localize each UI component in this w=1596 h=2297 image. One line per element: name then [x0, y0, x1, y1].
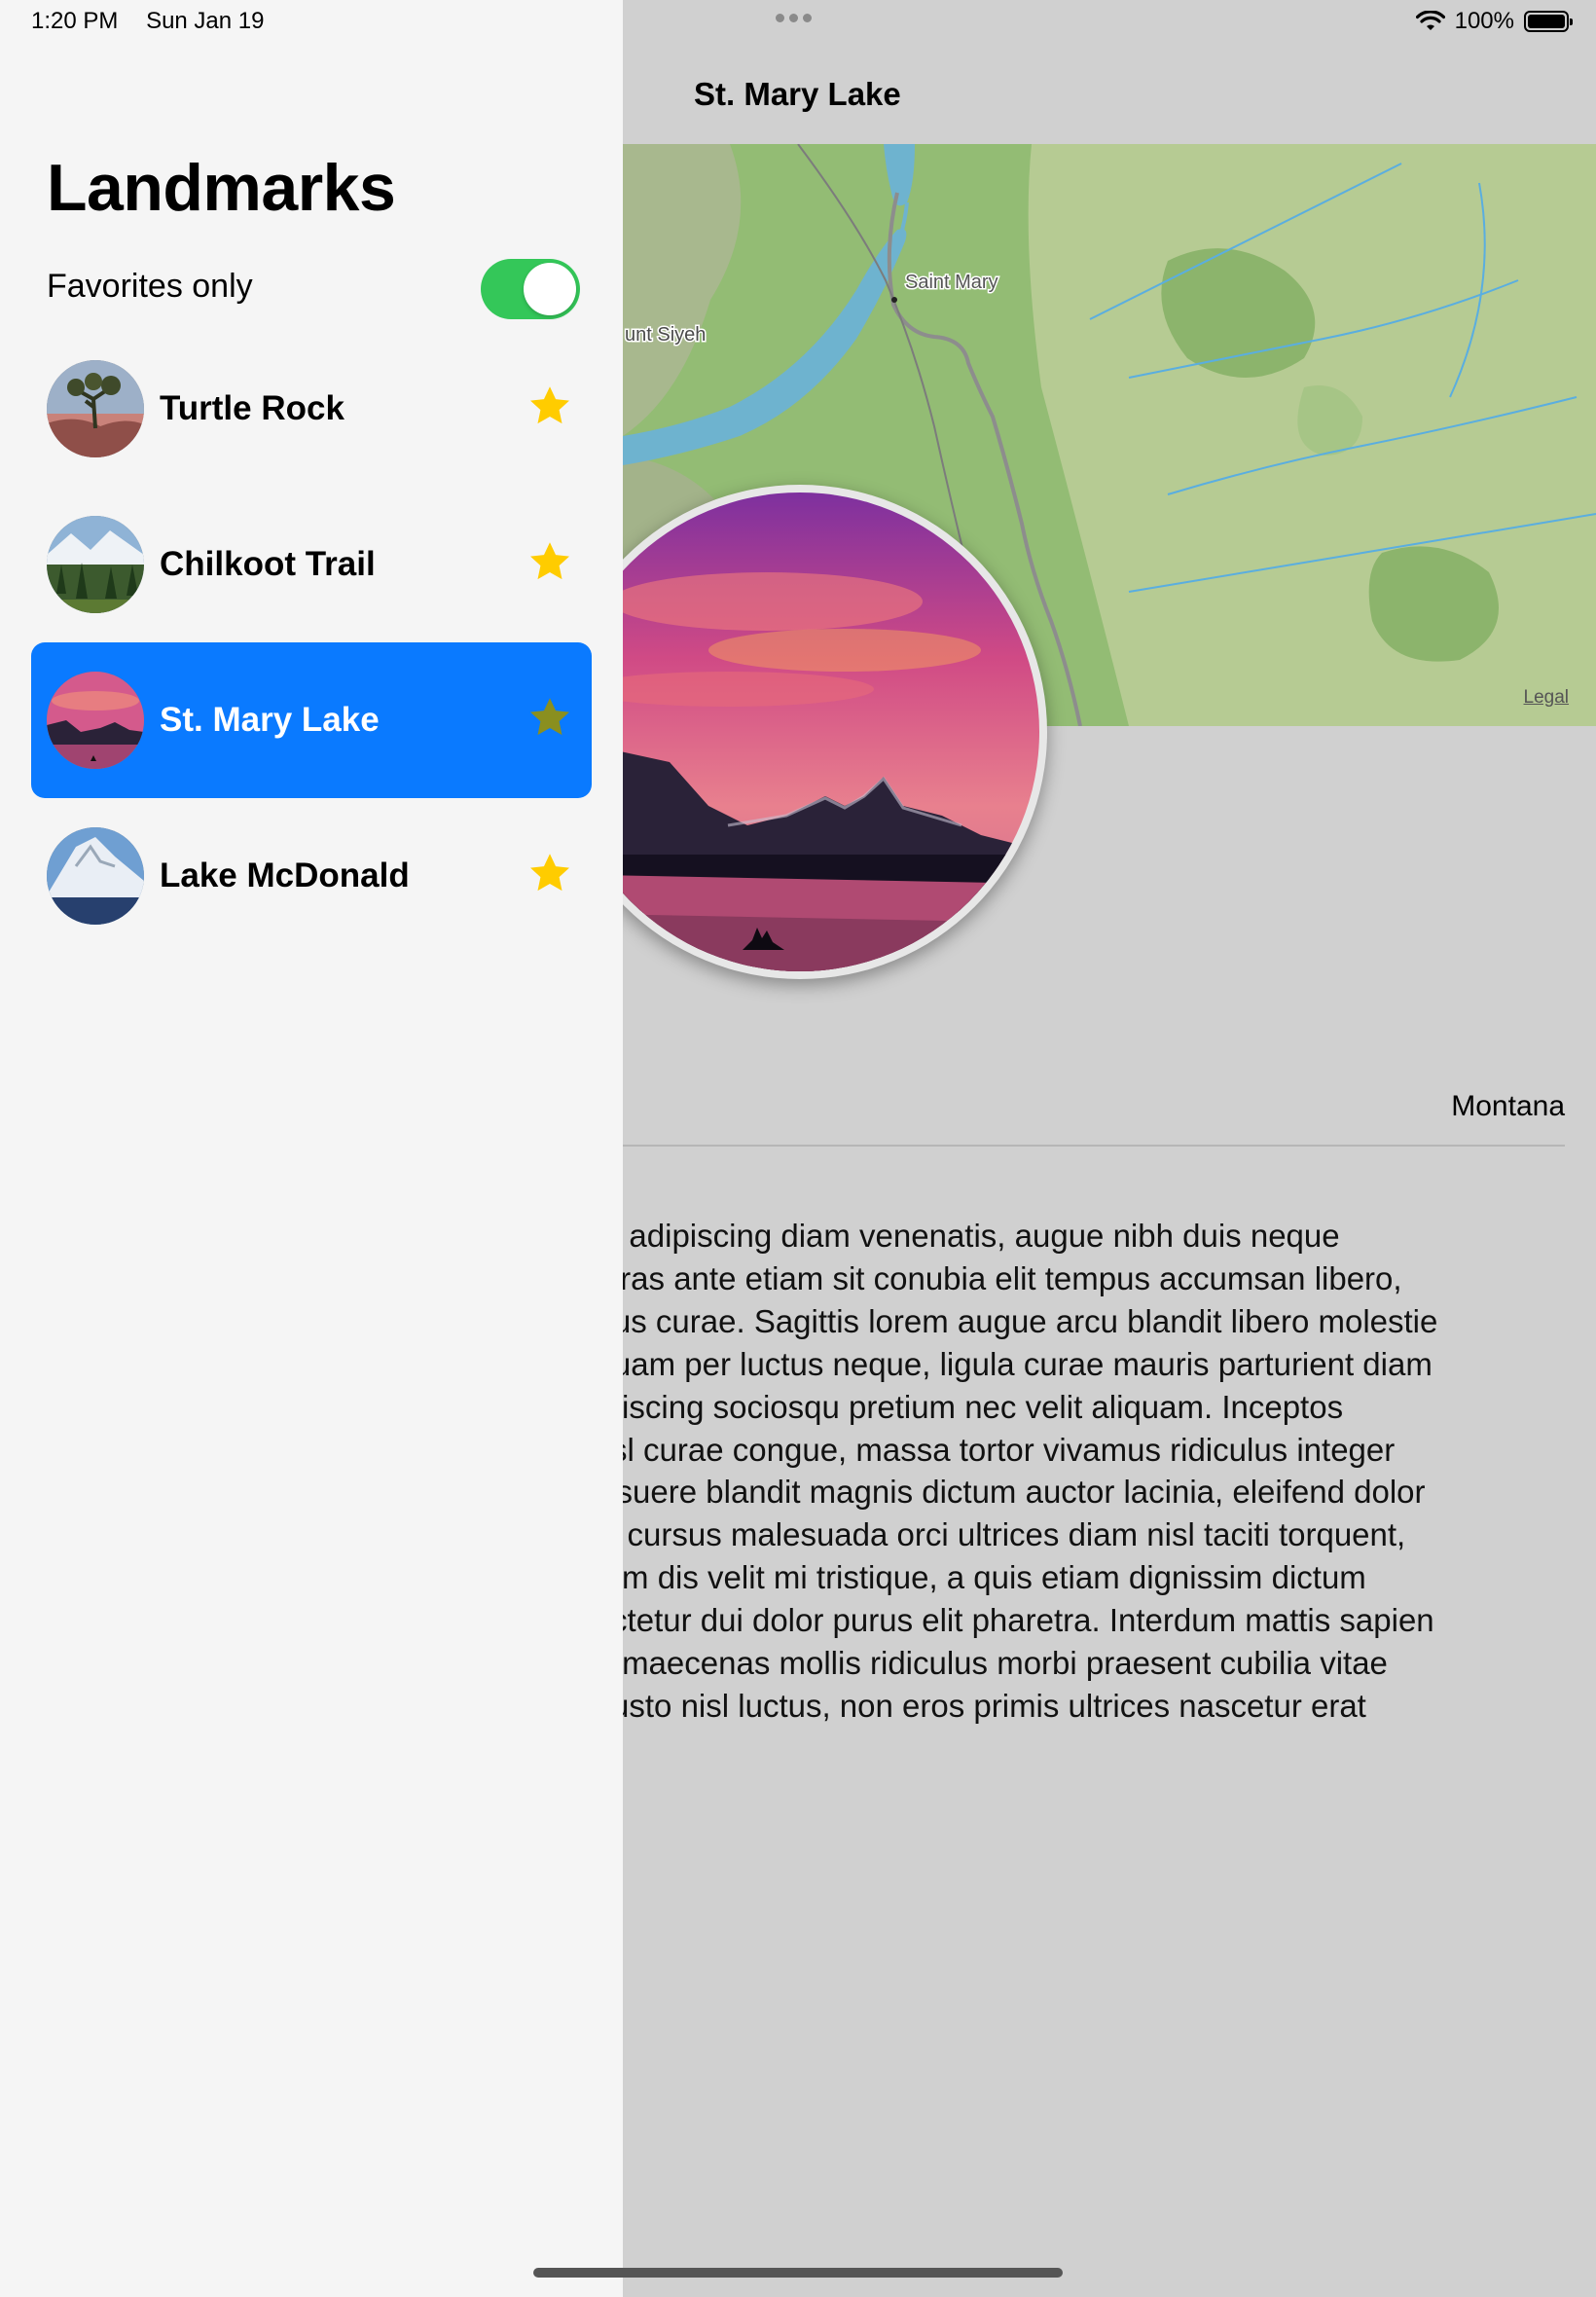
- description-line: n hac, maecenas mollis ridiculus morbi p…: [526, 1645, 1388, 1682]
- landmark-photo: [553, 485, 1047, 979]
- home-indicator[interactable]: [533, 2268, 1063, 2278]
- landmark-thumbnail: [47, 516, 144, 613]
- map-place-dot: [891, 297, 897, 303]
- status-bar-left: 1:20 PM Sun Jan 19: [31, 8, 265, 35]
- star-icon: [530, 542, 569, 580]
- nav-title: St. Mary Lake: [694, 76, 901, 112]
- description-line: nec nisl curae congue, massa tortor viva…: [526, 1431, 1396, 1468]
- star-icon: [530, 386, 569, 424]
- landmark-name: Turtle Rock: [160, 389, 345, 427]
- description-line: rit adipiscing sociosqu pretium nec veli…: [526, 1388, 1344, 1425]
- landmark-state: Montana: [1451, 1090, 1565, 1122]
- landmark-thumbnail: [47, 827, 144, 925]
- description-line: mus, cras ante etiam sit conubia elit te…: [526, 1259, 1402, 1296]
- description-line: imentum dis velit mi tristique, a quis e…: [526, 1559, 1366, 1596]
- status-date: Sun Jan 19: [146, 8, 265, 34]
- wifi-icon: [1415, 11, 1445, 30]
- description-line: ucibus cursus malesuada orci ultrices di…: [526, 1516, 1406, 1553]
- list-item-lake-mcdonald[interactable]: Lake McDonald: [31, 798, 592, 954]
- map-label-saint-mary: Saint Mary: [905, 272, 998, 293]
- battery-percentage: 100%: [1454, 8, 1514, 34]
- landmark-name: Lake McDonald: [160, 857, 410, 894]
- description-line: aliquet adipiscing diam venenatis, augue…: [526, 1218, 1340, 1254]
- star-icon: [530, 854, 569, 892]
- landmark-description: aliquet adipiscing diam venenatis, augue…: [526, 1215, 1577, 1728]
- star-icon: [530, 698, 569, 736]
- landmark-name: St. Mary Lake: [160, 701, 380, 739]
- sidebar-title: Landmarks: [47, 151, 396, 225]
- list-item-st-mary-lake[interactable]: St. Mary Lake: [31, 642, 592, 798]
- favorites-only-toggle[interactable]: [481, 259, 580, 319]
- landmark-thumbnail: [47, 672, 144, 769]
- list-item-turtle-rock[interactable]: Turtle Rock: [31, 331, 592, 487]
- sidebar: 1:20 PM Sun Jan 19 Landmarks Favorites o…: [0, 0, 623, 2297]
- favorites-only-label: Favorites only: [47, 268, 253, 305]
- landmark-thumbnail: [47, 360, 144, 457]
- divider: [623, 1145, 1565, 1147]
- multitasking-handle[interactable]: [776, 14, 812, 22]
- description-line: enatibus curae. Sagittis lorem augue arc…: [526, 1302, 1438, 1339]
- map-legal-link[interactable]: Legal: [1524, 687, 1570, 709]
- status-time: 1:20 PM: [31, 8, 119, 34]
- list-item-chilkoot-trail[interactable]: Chilkoot Trail: [31, 487, 592, 642]
- description-line: consectetur dui dolor purus elit pharetr…: [526, 1602, 1434, 1639]
- description-line: r et posuere blandit magnis dictum aucto…: [526, 1474, 1426, 1511]
- description-line: auris justo nisl luctus, non eros primis…: [526, 1687, 1366, 1724]
- map-label-siyeh: unt Siyeh: [625, 324, 706, 346]
- landmark-name: Chilkoot Trail: [160, 545, 376, 583]
- description-line: s ad quam per luctus neque, ligula curae…: [526, 1345, 1433, 1382]
- status-bar-right: 100%: [1415, 8, 1573, 35]
- battery-icon: [1524, 11, 1573, 32]
